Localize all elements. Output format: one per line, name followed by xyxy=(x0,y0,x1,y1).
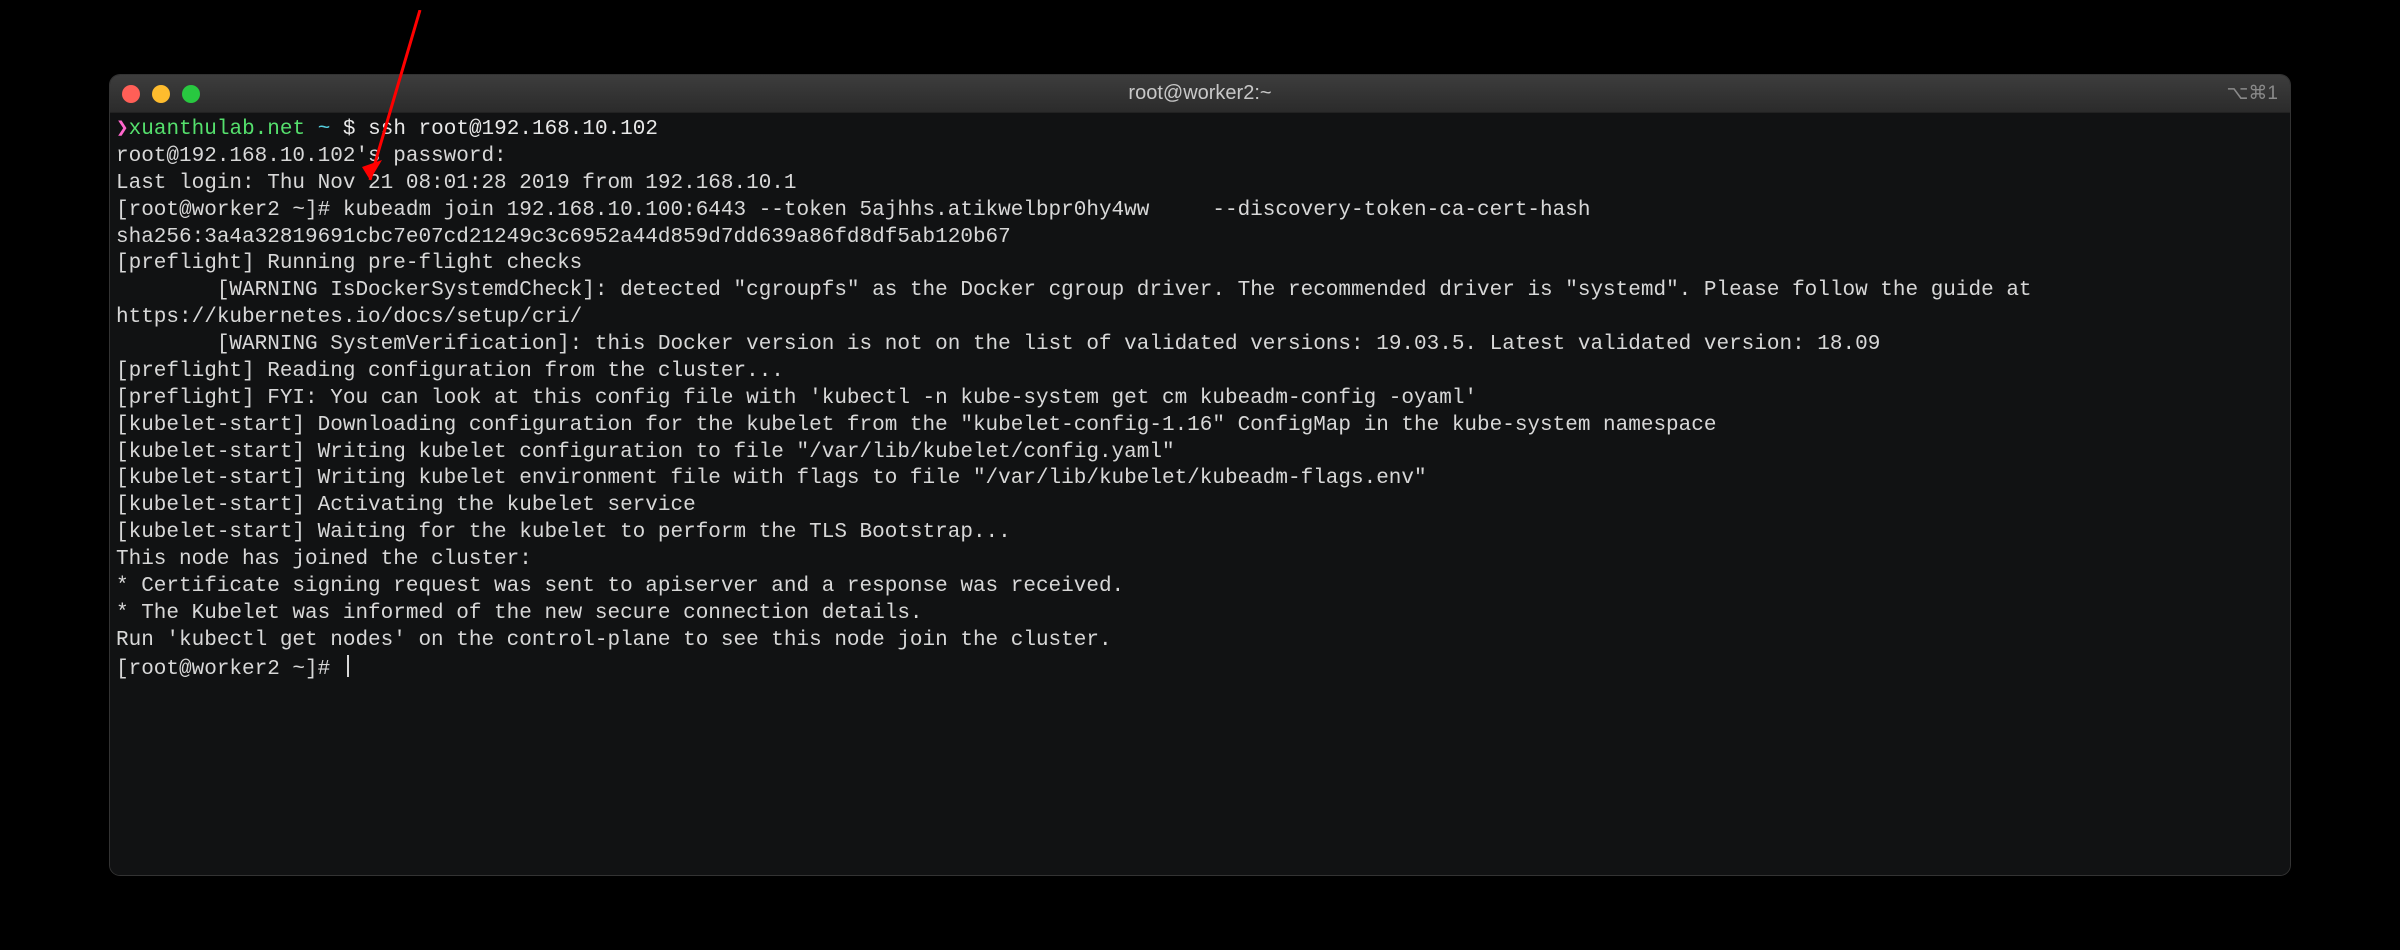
output-line: [WARNING SystemVerification]: this Docke… xyxy=(116,332,2284,359)
prompt-idle: [root@worker2 ~]# xyxy=(116,655,2284,684)
prompt-command: ssh root@192.168.10.102 xyxy=(368,118,658,141)
output-line: * The Kubelet was informed of the new se… xyxy=(116,601,2284,628)
prompt-text: [root@worker2 ~]# xyxy=(116,658,343,681)
output-line: This node has joined the cluster: xyxy=(116,547,2284,574)
output-line: [kubelet-start] Writing kubelet environm… xyxy=(116,466,2284,493)
output-line: * Certificate signing request was sent t… xyxy=(116,574,2284,601)
output-line: Last login: Thu Nov 21 08:01:28 2019 fro… xyxy=(116,171,2284,198)
window-titlebar[interactable]: root@worker2:~ ⌥⌘1 xyxy=(110,75,2290,113)
output-line: [kubelet-start] Downloading configuratio… xyxy=(116,413,2284,440)
window-title: root@worker2:~ xyxy=(110,82,2290,105)
cursor-icon xyxy=(347,655,349,677)
output-line: [kubelet-start] Waiting for the kubelet … xyxy=(116,520,2284,547)
output-line: [kubelet-start] Activating the kubelet s… xyxy=(116,493,2284,520)
output-line: Run 'kubectl get nodes' on the control-p… xyxy=(116,628,2284,655)
close-button[interactable] xyxy=(122,85,140,103)
output-line: [preflight] Reading configuration from t… xyxy=(116,359,2284,386)
output-line: [root@worker2 ~]# kubeadm join 192.168.1… xyxy=(116,198,2284,252)
output-line: root@192.168.10.102's password: xyxy=(116,144,2284,171)
output-line: [preflight] FYI: You can look at this co… xyxy=(116,386,2284,413)
prompt-dollar: $ xyxy=(343,118,356,141)
prompt-host: xuanthulab.net xyxy=(129,118,305,141)
minimize-button[interactable] xyxy=(152,85,170,103)
window-shortcut-hint: ⌥⌘1 xyxy=(2227,82,2278,105)
terminal-window: root@worker2:~ ⌥⌘1 ❯xuanthulab.net ~ $ s… xyxy=(110,75,2290,875)
prompt-cwd: ~ xyxy=(318,118,331,141)
output-line: [kubelet-start] Writing kubelet configur… xyxy=(116,440,2284,467)
traffic-lights xyxy=(122,85,200,103)
output-line: [WARNING IsDockerSystemdCheck]: detected… xyxy=(116,278,2284,332)
output-line: [preflight] Running pre-flight checks xyxy=(116,251,2284,278)
prompt-line: ❯xuanthulab.net ~ $ ssh root@192.168.10.… xyxy=(116,117,2284,144)
maximize-button[interactable] xyxy=(182,85,200,103)
terminal-output[interactable]: ❯xuanthulab.net ~ $ ssh root@192.168.10.… xyxy=(110,113,2290,875)
prompt-arrow-icon: ❯ xyxy=(116,118,129,141)
